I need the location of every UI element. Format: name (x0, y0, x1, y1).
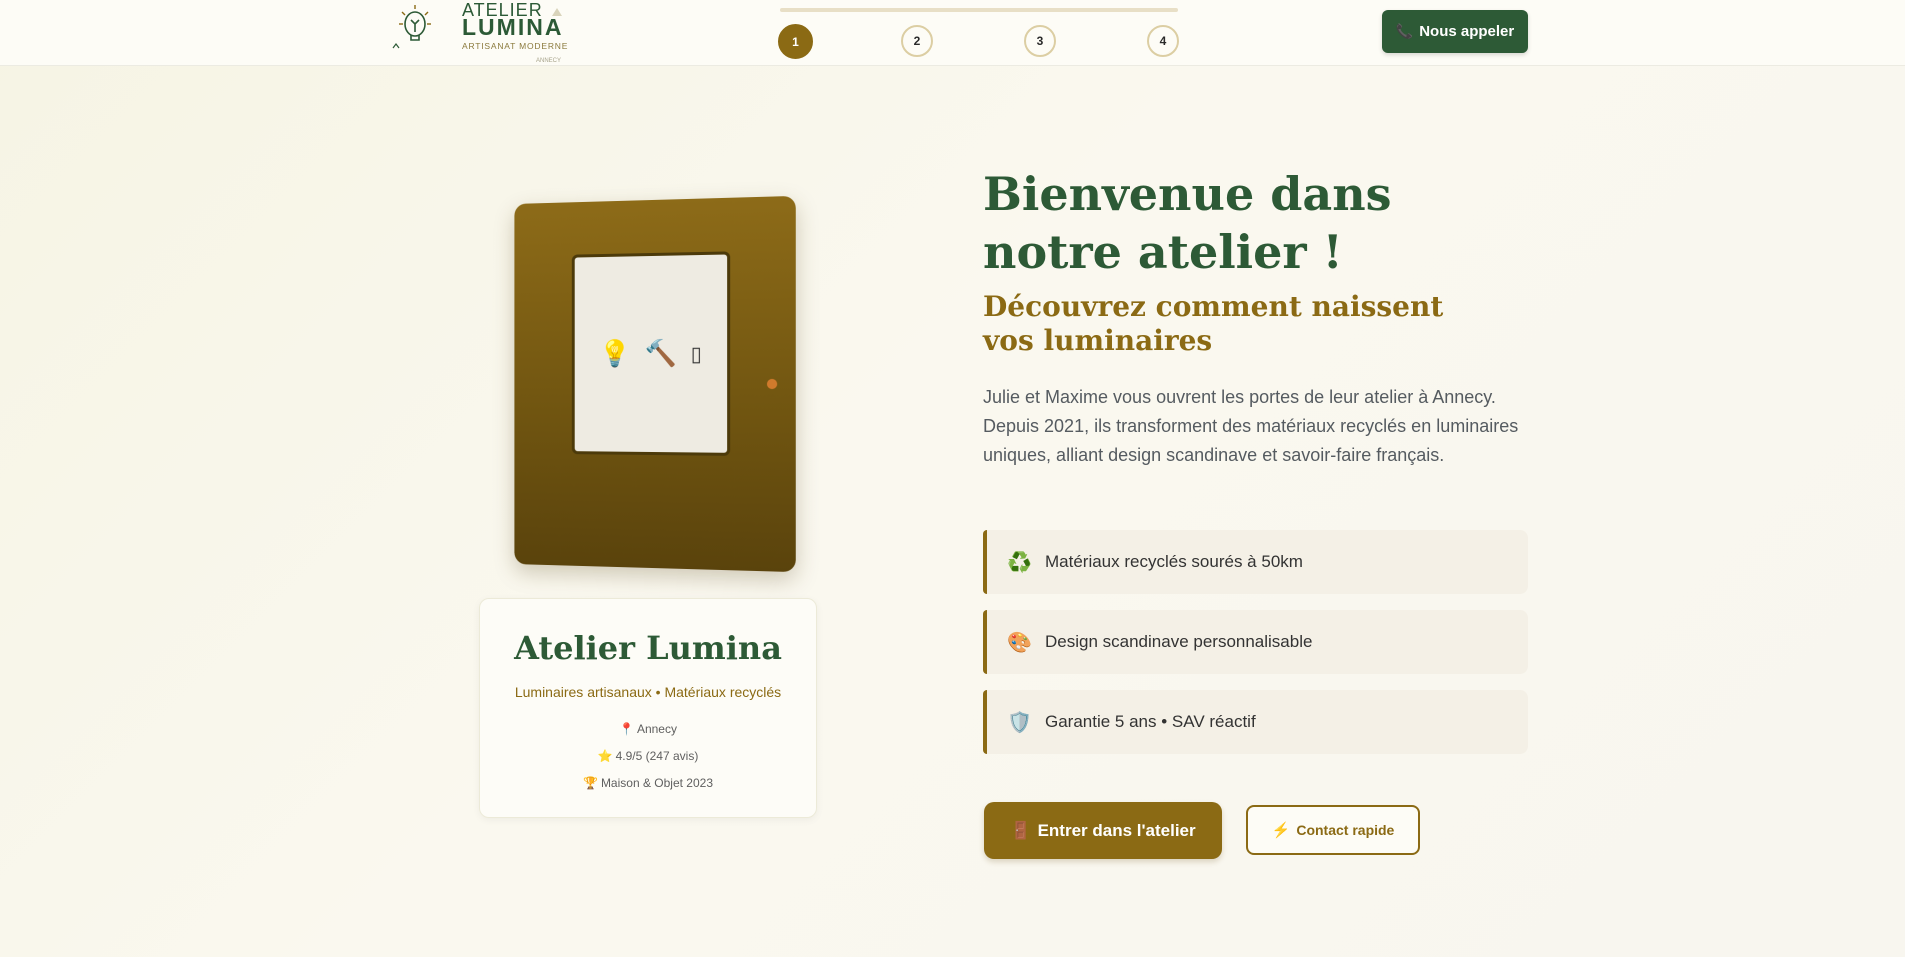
feature-warranty: 🛡️ Garantie 5 ans • SAV réactif (983, 690, 1528, 754)
trophy-icon: 🏆 (582, 776, 598, 790)
palette-icon: 🎨 (1007, 631, 1032, 654)
lightning-icon: ⚡ (1271, 822, 1291, 839)
feature-label: Garantie 5 ans • SAV réactif (1045, 712, 1256, 731)
step-progress-track (780, 8, 1178, 12)
workshop-info-card: Atelier Lumina Luminaires artisanaux • M… (479, 598, 817, 818)
card-location-text: Annecy (636, 722, 677, 736)
card-rating-text: 4.9/5 (247 avis) (615, 749, 699, 763)
pin-icon: 📍 (619, 722, 634, 736)
step-2[interactable]: 2 (901, 25, 933, 57)
page-description: Julie et Maxime vous ouvrent les portes … (983, 387, 1519, 465)
star-icon: ⭐ (597, 749, 613, 763)
door-knob (766, 378, 778, 390)
logo-tagline: ARTISANAT MODERNE (462, 41, 569, 51)
call-button[interactable]: 📞 Nous appeler (1382, 10, 1528, 53)
feature-recycled: ♻️ Matériaux recyclés sourés à 50km (983, 530, 1528, 594)
card-location: 📍 Annecy (480, 722, 816, 736)
hammer-icon: 🔨 (644, 338, 677, 370)
enter-workshop-button[interactable]: 🚪 Entrer dans l'atelier (984, 802, 1222, 859)
card-title: Atelier Lumina (514, 629, 782, 667)
step-1[interactable]: 1 (778, 24, 813, 59)
shield-icon: 🛡️ (1007, 711, 1032, 734)
card-subtitle: Luminaires artisanaux • Matériaux recycl… (514, 684, 782, 700)
mountain-icon (552, 8, 562, 16)
step-progress: 1 2 3 4 (778, 6, 1180, 59)
logo[interactable]: ATELIER LUMINA ARTISANAT MODERNE ANNECY (390, 0, 570, 66)
enter-workshop-label: Entrer dans l'atelier (1037, 820, 1196, 840)
page-title: Bienvenue dans notre atelier ! (983, 167, 1392, 279)
logo-city: ANNECY (536, 58, 562, 64)
card-award: 🏆 Maison & Objet 2023 (480, 776, 816, 790)
door-icon: 🚪 (1010, 820, 1032, 840)
door-icon: ▯ (690, 341, 702, 366)
feature-label: Matériaux recyclés sourés à 50km (1045, 552, 1303, 571)
page-subtitle: Découvrez comment naissent vos luminaire… (983, 290, 1444, 357)
card-award-text: Maison & Objet 2023 (600, 776, 714, 790)
door-window: 💡 🔨 ▯ (571, 251, 731, 456)
quick-contact-button[interactable]: ⚡ Contact rapide (1246, 805, 1420, 855)
phone-icon: 📞 (1395, 23, 1414, 39)
call-button-label: Nous appeler (1419, 23, 1515, 40)
logo-line2: LUMINA (462, 14, 564, 40)
lightbulb-icon: 💡 (599, 339, 631, 370)
step-4[interactable]: 4 (1147, 25, 1179, 57)
step-3[interactable]: 3 (1024, 25, 1056, 57)
feature-label: Design scandinave personnalisable (1045, 632, 1313, 651)
recycle-icon: ♻️ (1007, 551, 1032, 574)
quick-contact-label: Contact rapide (1296, 822, 1395, 838)
card-rating: ⭐ 4.9/5 (247 avis) (480, 749, 816, 763)
workshop-door[interactable]: 💡 🔨 ▯ (514, 195, 796, 573)
feature-design: 🎨 Design scandinave personnalisable (983, 610, 1528, 674)
lightbulb-icon (392, 5, 431, 49)
header: ATELIER LUMINA ARTISANAT MODERNE ANNECY … (0, 0, 1905, 66)
